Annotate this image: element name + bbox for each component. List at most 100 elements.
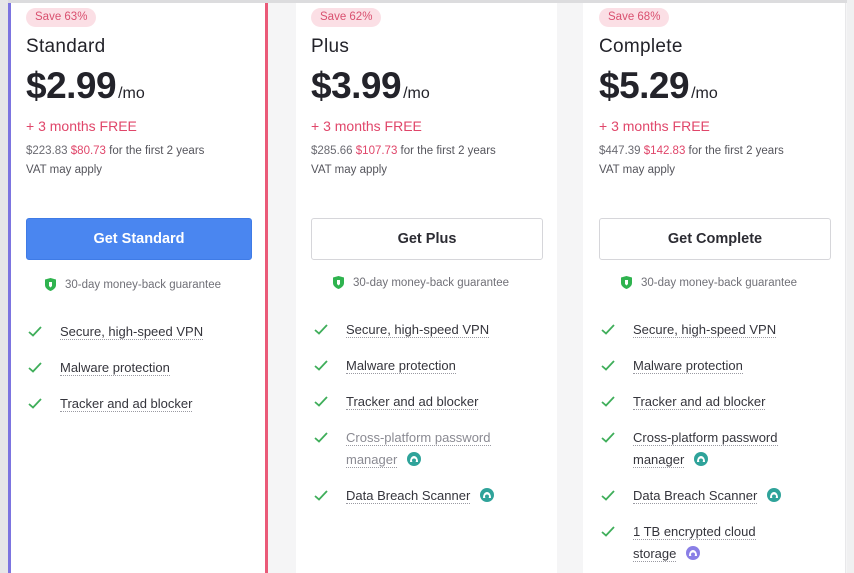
original-total: $447.39: [599, 145, 641, 157]
original-total: $285.66: [311, 145, 353, 157]
save-badge: Save 68%: [599, 8, 670, 27]
feature-item: Tracker and ad blocker: [601, 391, 781, 413]
check-icon: [314, 324, 328, 335]
guarantee-text: 30-day money-back guarantee: [65, 278, 221, 291]
price-row: $3.99 /mo: [311, 65, 430, 107]
get-standard-button[interactable]: Get Standard: [26, 218, 252, 260]
feature-label[interactable]: Cross-platform password: [346, 430, 491, 446]
price-row: $5.29 /mo: [599, 65, 718, 107]
feature-label[interactable]: Tracker and ad blocker: [60, 396, 193, 412]
feature-label[interactable]: Malware protection: [60, 360, 170, 376]
feature-label[interactable]: 1 TB encrypted cloud: [633, 524, 756, 540]
feature-item: Malware protection: [28, 357, 203, 379]
right-edge: [847, 0, 854, 573]
check-icon: [601, 526, 615, 537]
plan-card-plus: Save 62% Plus $3.99 /mo + 3 months FREE …: [296, 3, 557, 573]
feature-label[interactable]: Malware protection: [633, 358, 743, 374]
feature-label[interactable]: Tracker and ad blocker: [346, 394, 479, 410]
free-months: + 3 months FREE: [26, 118, 137, 134]
check-icon: [601, 396, 615, 407]
check-icon: [314, 360, 328, 371]
check-icon: [601, 360, 615, 371]
purple-addon-icon: [686, 546, 700, 560]
free-months: + 3 months FREE: [599, 118, 710, 134]
free-months: + 3 months FREE: [311, 118, 422, 134]
feature-label[interactable]: Malware protection: [346, 358, 456, 374]
check-icon: [28, 362, 42, 373]
save-badge: Save 62%: [311, 8, 382, 27]
feature-item: Secure, high-speed VPN: [601, 319, 781, 341]
get-plus-button[interactable]: Get Plus: [311, 218, 543, 260]
feature-item: Malware protection: [314, 355, 494, 377]
price-row: $2.99 /mo: [26, 65, 145, 107]
feature-label[interactable]: Data Breach Scanner: [633, 488, 758, 504]
feature-item: Cross-platform password manager: [314, 427, 494, 471]
discounted-total: $80.73: [70, 145, 106, 157]
check-icon: [28, 326, 42, 337]
get-complete-button[interactable]: Get Complete: [599, 218, 831, 260]
feature-item: Tracker and ad blocker: [314, 391, 494, 413]
feature-item: Data Breach Scanner: [601, 485, 781, 507]
discounted-total: $107.73: [355, 145, 398, 157]
total-suffix: for the first 2 years: [105, 145, 205, 157]
guarantee: 30-day money-back guarantee: [45, 278, 221, 291]
price-period: /mo: [403, 85, 430, 102]
check-icon: [601, 432, 615, 443]
feature-label-line2[interactable]: manager: [346, 452, 398, 468]
feature-label-line2[interactable]: manager: [633, 452, 685, 468]
feature-label[interactable]: Data Breach Scanner: [346, 488, 471, 504]
price-period: /mo: [118, 85, 145, 102]
check-icon: [601, 324, 615, 335]
feature-item: Secure, high-speed VPN: [314, 319, 494, 341]
price: $3.99: [311, 65, 402, 106]
feature-label[interactable]: Secure, high-speed VPN: [633, 322, 777, 338]
vat-note: VAT may apply: [311, 164, 388, 176]
price-period: /mo: [691, 85, 718, 102]
teal-addon-icon: [766, 488, 781, 502]
vat-note: VAT may apply: [26, 164, 103, 176]
total-suffix: for the first 2 years: [397, 145, 496, 157]
check-icon: [314, 490, 328, 501]
total-price: $285.66 $107.73 for the first 2 years: [311, 145, 496, 157]
price: $5.29: [599, 65, 690, 106]
guarantee-text: 30-day money-back guarantee: [641, 276, 797, 289]
feature-item: 1 TB encrypted cloud storage: [601, 521, 781, 565]
total-suffix: for the first 2 years: [685, 145, 784, 157]
plan-name: Standard: [26, 36, 106, 57]
guarantee: 30-day money-back guarantee: [333, 276, 509, 289]
discounted-total: $142.83: [643, 145, 686, 157]
save-badge: Save 63%: [26, 8, 97, 27]
feature-label[interactable]: Secure, high-speed VPN: [346, 322, 490, 338]
feature-list: Secure, high-speed VPN Malware protectio…: [28, 321, 204, 429]
check-icon: [314, 396, 328, 407]
feature-list: Secure, high-speed VPN Malware protectio…: [601, 319, 781, 573]
check-icon: [314, 432, 328, 443]
plan-name: Complete: [599, 36, 683, 57]
teal-addon-icon: [693, 452, 708, 466]
shield-icon: [621, 276, 632, 289]
feature-label[interactable]: Tracker and ad blocker: [633, 394, 766, 410]
feature-item: Data Breach Scanner: [314, 485, 494, 507]
plan-card-standard: Save 63% Standard $2.99 /mo + 3 months F…: [8, 3, 268, 573]
check-icon: [601, 490, 615, 501]
total-price: $447.39 $142.83 for the first 2 years: [599, 145, 784, 157]
teal-addon-icon: [406, 452, 421, 466]
check-icon: [28, 398, 42, 409]
shield-icon: [333, 276, 344, 289]
feature-item: Tracker and ad blocker: [28, 393, 203, 415]
feature-list: Secure, high-speed VPN Malware protectio…: [314, 319, 494, 521]
left-edge: [0, 0, 8, 573]
original-total: $223.83: [26, 145, 68, 157]
plan-card-complete: Save 68% Complete $5.29 /mo + 3 months F…: [583, 3, 846, 573]
vat-note: VAT may apply: [599, 164, 676, 176]
teal-addon-icon: [479, 488, 494, 502]
feature-item: Cross-platform password manager: [601, 427, 781, 471]
plan-name: Plus: [311, 36, 350, 57]
feature-label[interactable]: Secure, high-speed VPN: [60, 324, 204, 340]
total-price: $223.83 $80.73 for the first 2 years: [26, 145, 204, 157]
feature-item: Secure, high-speed VPN: [28, 321, 204, 343]
guarantee: 30-day money-back guarantee: [621, 276, 797, 289]
shield-icon: [45, 278, 56, 291]
feature-label-line2[interactable]: storage: [633, 546, 677, 562]
feature-label[interactable]: Cross-platform password: [633, 430, 778, 446]
